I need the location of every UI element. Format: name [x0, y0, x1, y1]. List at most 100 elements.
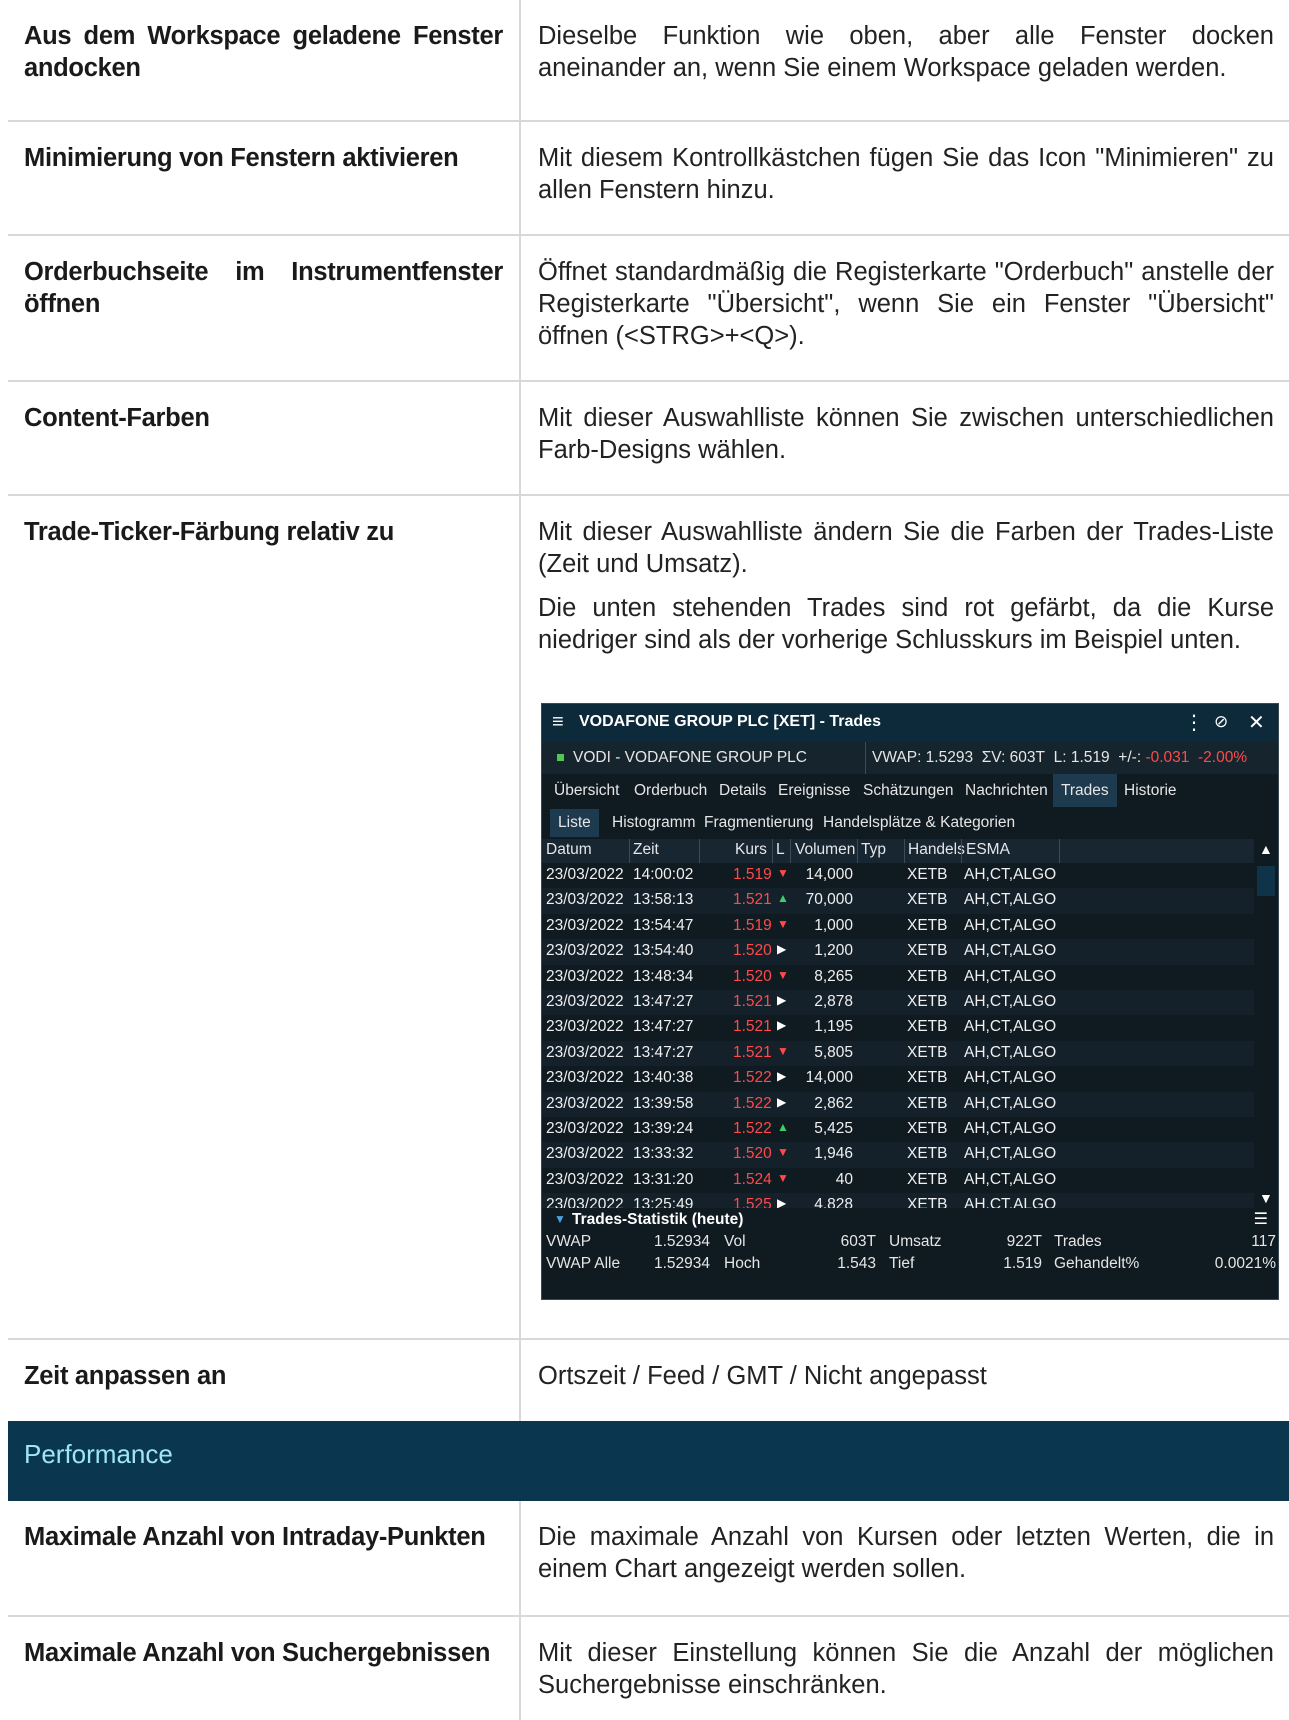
subtab-3[interactable]: Handelsplätze & Kategorien: [823, 814, 1015, 832]
setting-name: Orderbuchseite im Instrumentfenster öffn…: [8, 236, 521, 381]
table-row: Maximale Anzahl von Intraday-Punkten Die…: [8, 1501, 1289, 1616]
more-vertical-icon[interactable]: ⋮: [1184, 710, 1204, 735]
scroll-thumb[interactable]: [1257, 866, 1275, 896]
trade-venue: XETB: [907, 916, 948, 934]
table-row[interactable]: 23/03/2022 13:33:32 1.520 1,946 XETB AH,CT,AL…: [542, 1142, 1278, 1168]
table-row[interactable]: 23/03/2022 13:40:38 1.522 14,000 XETB AH,CT,A…: [542, 1066, 1278, 1091]
table-row[interactable]: 23/03/2022 13:48:34 1.520 8,265 XETB AH,CT,AL…: [542, 965, 1278, 990]
tick-same-icon: ▶: [777, 1018, 787, 1033]
column-header-1[interactable]: Zeit: [633, 841, 659, 859]
column-header-2[interactable]: Kurs: [735, 841, 767, 859]
column-header-7[interactable]: ESMA: [966, 841, 1010, 859]
column-header-6[interactable]: Handels: [908, 841, 965, 859]
setting-name: Content-Farben: [8, 382, 521, 495]
tab-0[interactable]: Übersicht: [554, 782, 619, 800]
trade-esma: AH,CT,ALGO: [964, 1145, 1057, 1163]
hamburger-menu-icon[interactable]: ≡: [552, 711, 564, 734]
stat-value: 1.543: [837, 1255, 876, 1272]
instrument-name[interactable]: VODI - VODAFONE GROUP PLC: [573, 749, 807, 767]
subtab-1[interactable]: Histogramm: [612, 814, 696, 832]
table-row: Content-Farben Mit dieser Auswahlliste k…: [8, 380, 1289, 495]
close-icon[interactable]: ✕: [1248, 710, 1265, 735]
trade-date: 23/03/2022: [546, 967, 624, 985]
description-text: Mit diesem Kontrollkästchen fügen Sie da…: [538, 144, 1274, 204]
column-header-3[interactable]: L: [776, 841, 785, 859]
trade-venue: XETB: [907, 1018, 948, 1036]
column-divider[interactable]: [772, 839, 773, 863]
table-header: Datum Zeit Kurs L Volumen Typ Handels ESMA: [542, 839, 1278, 863]
table-row[interactable]: 23/03/2022 13:39:24 1.522 5,425 XETB AH,CT,AL…: [542, 1117, 1278, 1142]
trade-volume: 70,000: [805, 891, 853, 909]
table-row[interactable]: 23/03/2022 13:54:47 1.519 1,000 XETB AH,CT,AL…: [542, 914, 1278, 939]
column-divider[interactable]: [699, 839, 700, 863]
table-row[interactable]: 23/03/2022 13:47:27 1.521 1,195 XETB AH,CT,AL…: [542, 1015, 1278, 1040]
trade-venue: XETB: [907, 967, 948, 985]
trade-price: 1.522: [733, 1094, 772, 1112]
column-header-4[interactable]: Volumen: [795, 841, 855, 859]
scrollbar[interactable]: ▲ ▼: [1254, 839, 1278, 1208]
column-header-5[interactable]: Typ: [861, 841, 886, 859]
table-row: Orderbuchseite im Instrumentfenster öffn…: [8, 234, 1289, 381]
trade-price: 1.520: [733, 1145, 772, 1163]
tab-4[interactable]: Schätzungen: [863, 782, 954, 800]
trade-volume: 5,805: [814, 1043, 853, 1061]
subtab-2[interactable]: Fragmentierung: [704, 814, 813, 832]
column-divider[interactable]: [1059, 839, 1060, 863]
stat-value: 117: [1251, 1233, 1276, 1250]
trade-esma: AH,CT,ALGO: [964, 891, 1057, 909]
column-header-0[interactable]: Datum: [546, 841, 592, 859]
stat-value: 0.0021%: [1214, 1255, 1276, 1272]
column-divider[interactable]: [629, 839, 630, 863]
setting-description: Ortszeit / Feed / GMT / Nicht angepasst: [521, 1340, 1289, 1421]
last-value: L: 1.519: [1053, 749, 1110, 766]
scroll-down-icon[interactable]: ▼: [1259, 1190, 1273, 1206]
list-settings-icon[interactable]: ☰: [1254, 1209, 1268, 1229]
column-divider[interactable]: [961, 839, 962, 863]
stat-label: VWAP Alle: [546, 1255, 621, 1272]
tab-1[interactable]: Orderbuch: [634, 782, 707, 800]
tab-5[interactable]: Nachrichten: [965, 782, 1048, 800]
tab-3[interactable]: Ereignisse: [778, 782, 850, 800]
tab-7[interactable]: Historie: [1124, 782, 1177, 800]
trade-price: 1.521: [733, 891, 772, 909]
tick-up-icon: ▲: [777, 891, 789, 906]
trade-volume: 14,000: [805, 1069, 853, 1087]
trade-price: 1.519: [733, 866, 772, 883]
table-row[interactable]: 23/03/2022 13:47:27 1.521 5,805 XETB AH,CT,AL…: [542, 1040, 1278, 1067]
column-divider[interactable]: [790, 839, 791, 863]
tick-down-icon: ▼: [777, 1043, 789, 1058]
trade-date: 23/03/2022: [546, 1145, 624, 1163]
description-text: Mit dieser Auswahlliste ändern Sie die F…: [538, 518, 1274, 578]
tab-6[interactable]: Trades: [1053, 774, 1117, 807]
trade-volume: 1,200: [814, 942, 853, 960]
vwap-value: VWAP: 1.5293: [872, 749, 974, 766]
column-divider[interactable]: [904, 839, 905, 863]
trade-time: 13:31:20: [633, 1170, 694, 1188]
trade-date: 23/03/2022: [546, 1119, 624, 1137]
tab-2[interactable]: Details: [719, 782, 766, 800]
table-row[interactable]: 23/03/2022 13:31:20 1.524 40 XETB AH,CT,ALGO ▼: [542, 1168, 1278, 1193]
table-row[interactable]: 23/03/2022 14:00:02 1.519 14,000 XETB AH,CT,A…: [542, 863, 1278, 888]
column-divider[interactable]: [857, 839, 858, 863]
trade-venue: XETB: [907, 1170, 948, 1188]
trade-price: 1.524: [733, 1170, 772, 1188]
description-text: Mit dieser Einstellung können Sie die An…: [538, 1639, 1274, 1699]
table-row[interactable]: 23/03/2022 13:39:58 1.522 2,862 XETB AH,CT,AL…: [542, 1091, 1278, 1117]
table-row[interactable]: 23/03/2022 13:54:40 1.520 1,200 XETB AH,CT,AL…: [542, 939, 1278, 965]
stat-value: 1.519: [1003, 1255, 1042, 1272]
stats-header[interactable]: ▼ Trades-Statistik (heute) ☰: [542, 1208, 1278, 1232]
table-row: Minimierung von Fenstern aktivieren Mit …: [8, 120, 1289, 235]
subtab-0[interactable]: Liste: [550, 809, 599, 837]
instrument-bar: VODI - VODAFONE GROUP PLC VWAP: 1.5293 Σ…: [542, 742, 1278, 774]
unlink-icon[interactable]: ⊘: [1214, 712, 1228, 732]
stat-value: 922T: [1006, 1233, 1042, 1250]
stat-label: Umsatz: [889, 1233, 942, 1250]
tick-same-icon: ▶: [777, 992, 787, 1007]
setting-name: Minimierung von Fenstern aktivieren: [8, 122, 521, 235]
collapse-triangle-icon[interactable]: ▼: [554, 1212, 566, 1226]
table-row: Zeit anpassen an Ortszeit / Feed / GMT /…: [8, 1338, 1289, 1421]
table-row[interactable]: 23/03/2022 13:47:27 1.521 2,878 XETB AH,CT,AL…: [542, 989, 1278, 1016]
scroll-up-icon[interactable]: ▲: [1259, 841, 1273, 857]
table-row[interactable]: 23/03/2022 13:58:13 1.521 70,000 XETB AH,CT,A…: [542, 888, 1278, 914]
trade-esma: AH,CT,ALGO: [964, 1170, 1057, 1188]
